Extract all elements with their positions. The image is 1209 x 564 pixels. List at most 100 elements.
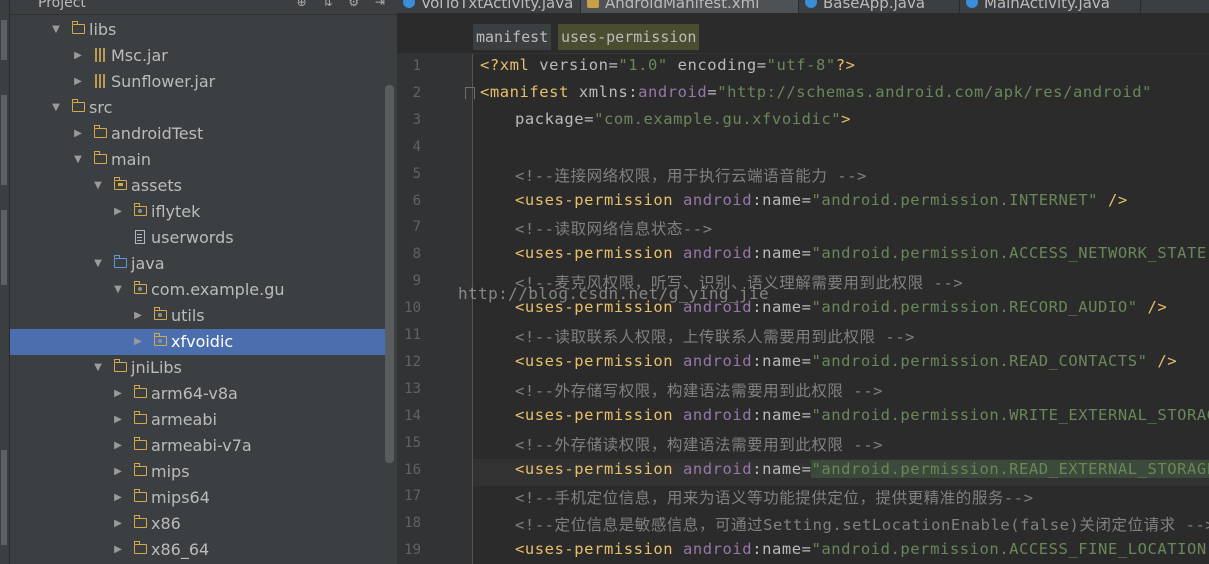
project-tree-scrollbar[interactable] [385, 85, 394, 463]
line-number: 9 [412, 273, 421, 290]
collapsed-arrow-icon[interactable]: ▶ [112, 511, 124, 537]
collapsed-arrow-icon[interactable]: ▶ [112, 485, 124, 511]
tree-item[interactable]: ▼ assets [10, 173, 385, 199]
code-line[interactable]: <!--读取网络信息状态--> [515, 217, 713, 239]
collapsed-arrow-icon[interactable]: ▶ [72, 69, 84, 95]
strip-structure-tab[interactable] [1, 95, 7, 185]
tool-window-strip[interactable] [0, 0, 10, 564]
line-number: 7 [412, 219, 421, 236]
code-line[interactable]: <uses-permission android:name="android.p… [515, 352, 1177, 370]
tree-item[interactable]: ▶ Sunflower.jar [10, 69, 385, 95]
editor-tab-bar: VoiToTxtActivity.java AndroidManifest.xml… [397, 0, 1209, 13]
collapsed-arrow-icon[interactable]: ▶ [112, 199, 124, 225]
fold-marker-icon[interactable] [465, 86, 475, 99]
tree-item[interactable]: ▶ utils [10, 303, 385, 329]
folder-icon [133, 537, 149, 563]
expanded-arrow-icon[interactable]: ▼ [92, 173, 104, 199]
collapsed-arrow-icon[interactable]: ▶ [112, 407, 124, 433]
editor-tab[interactable]: VoiToTxtActivity.java [397, 0, 581, 13]
folder-icon [133, 407, 149, 433]
line-number: 4 [412, 138, 421, 155]
code-line[interactable]: <manifest xmlns:android="http://schemas.… [480, 83, 1152, 101]
tree-item[interactable]: ▶ x86_64 [10, 537, 385, 563]
collapsed-arrow-icon[interactable]: ▶ [112, 537, 124, 563]
code-line[interactable]: <!--外存储写权限，构建语法需要用到此权限 --> [515, 379, 883, 401]
code-line[interactable]: <!--连接网络权限，用于执行云端语音能力 --> [515, 164, 867, 186]
editor-tab[interactable]: BaseApp.java [799, 0, 960, 13]
tree-item[interactable]: ▶ mips [10, 459, 385, 485]
line-number: 6 [412, 192, 421, 209]
code-line[interactable]: <uses-permission android:name="android.p… [515, 406, 1209, 424]
tree-item[interactable]: ▼ src [10, 95, 385, 121]
collapsed-arrow-icon[interactable]: ▶ [72, 121, 84, 147]
code-editor: VoiToTxtActivity.java AndroidManifest.xml… [397, 0, 1209, 564]
tree-item[interactable]: ▶ Msc.jar [10, 43, 385, 69]
tree-item[interactable]: ▼ jniLibs [10, 355, 385, 381]
code-line[interactable]: <uses-permission android:name="android.p… [515, 191, 1128, 209]
package-folder-icon [153, 303, 169, 329]
expanded-arrow-icon[interactable]: ▼ [112, 277, 124, 303]
expanded-arrow-icon[interactable]: ▼ [92, 251, 104, 277]
code-line[interactable]: package="com.example.gu.xfvoidic"> [515, 110, 851, 128]
collapsed-arrow-icon[interactable]: ▶ [72, 43, 84, 69]
breadcrumb-item[interactable]: uses-permission [558, 24, 700, 50]
tree-item[interactable]: ▶ xfvoidic [10, 329, 385, 355]
file-icon [133, 225, 149, 251]
code-line[interactable]: <!--定位信息是敏感信息，可通过Setting.setLocationEnab… [515, 513, 1209, 535]
code-line[interactable]: <uses-permission android:name="android.p… [515, 244, 1209, 262]
java-class-icon [403, 0, 415, 8]
collapsed-arrow-icon[interactable]: ▶ [112, 381, 124, 407]
code-line[interactable]: <?xml version="1.0" encoding="utf-8"?> [480, 56, 856, 74]
code-line[interactable]: <uses-permission android:name="android.p… [515, 540, 1209, 558]
tree-item[interactable]: ▶ iflytek [10, 199, 385, 225]
editor-tab-label: BaseApp.java [823, 0, 926, 12]
package-folder-icon [153, 329, 169, 355]
collapsed-arrow-icon[interactable]: ▶ [112, 459, 124, 485]
collapsed-arrow-icon[interactable]: ▶ [132, 303, 144, 329]
editor-tab[interactable]: AndroidManifest.xml [581, 0, 799, 13]
tree-item[interactable]: ▶ mips64 [10, 485, 385, 511]
tree-item-label: assets [131, 176, 182, 195]
code-line[interactable]: <!--读取联系人权限，上传联系人需要用到此权限 --> [515, 325, 915, 347]
line-number: 12 [404, 353, 421, 370]
tree-item-label: x86_64 [151, 540, 210, 559]
tree-item-label: mips [151, 462, 190, 481]
tree-item[interactable]: ▶ x86 [10, 511, 385, 537]
tree-item[interactable]: ▶ androidTest [10, 121, 385, 147]
tree-item[interactable]: ▼ com.example.gu [10, 277, 385, 303]
breadcrumb-item[interactable]: manifest [473, 24, 552, 50]
code-line[interactable]: <!--外存储读权限，构建语法需要用到此权限 --> [515, 433, 883, 455]
project-panel-toolbar[interactable]: ⊕ ⇅ ⚙ ⇥ [297, 0, 391, 9]
code-line[interactable]: <!--手机定位信息，用来为语义等功能提供定位，提供更精准的服务--> [515, 486, 1034, 508]
java-class-icon [966, 0, 978, 8]
expanded-arrow-icon[interactable]: ▼ [50, 17, 62, 43]
collapsed-arrow-icon[interactable]: ▶ [112, 433, 124, 459]
folder-icon [93, 121, 109, 147]
strip-captures-tab[interactable] [1, 210, 7, 285]
editor-tab[interactable]: MainActivity.java [960, 0, 1141, 13]
folder-icon [93, 147, 109, 173]
expanded-arrow-icon[interactable]: ▼ [50, 95, 62, 121]
line-number: 17 [404, 488, 421, 505]
jar-icon [93, 69, 109, 95]
expanded-arrow-icon[interactable]: ▼ [92, 355, 104, 381]
tree-item[interactable]: ▼ libs [10, 17, 385, 43]
project-panel-title[interactable]: Project [38, 0, 86, 11]
tree-item-label: main [111, 150, 151, 169]
line-number: 19 [404, 542, 421, 559]
tree-item[interactable]: ▶ arm64-v8a [10, 381, 385, 407]
collapsed-arrow-icon[interactable]: ▶ [132, 329, 144, 355]
tree-item[interactable]: ▶ armeabi [10, 407, 385, 433]
expanded-arrow-icon[interactable]: ▼ [72, 147, 84, 173]
tree-item[interactable]: ▼ main [10, 147, 385, 173]
tree-item[interactable]: userwords [10, 225, 385, 251]
project-panel-header: Project ⊕ ⇅ ⚙ ⇥ [10, 0, 397, 15]
line-number: 2 [412, 84, 421, 101]
tree-item-label: Msc.jar [111, 46, 168, 65]
strip-build-variants-tab[interactable] [1, 450, 7, 545]
tree-item[interactable]: ▼ java [10, 251, 385, 277]
code-line[interactable]: <uses-permission android:name="android.p… [515, 459, 1209, 478]
strip-project-tab[interactable] [1, 20, 7, 60]
tree-item-label: armeabi-v7a [151, 436, 252, 455]
tree-item[interactable]: ▶ armeabi-v7a [10, 433, 385, 459]
